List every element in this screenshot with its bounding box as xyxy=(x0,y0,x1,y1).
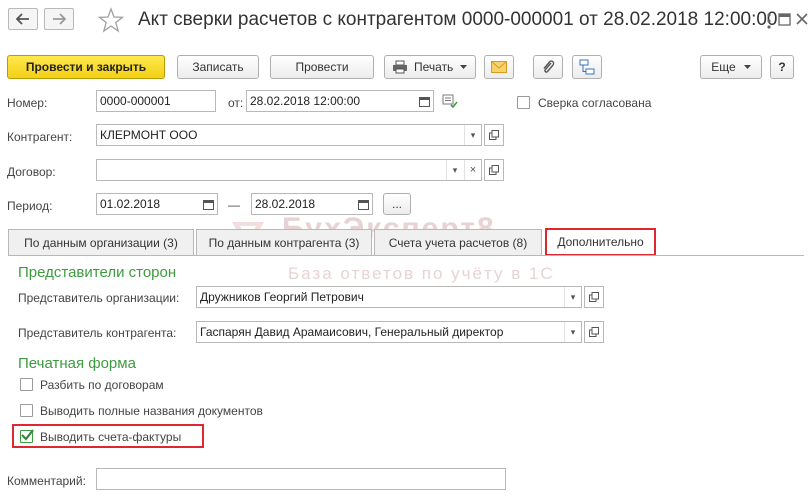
more-vertical-icon xyxy=(767,13,771,29)
help-button[interactable]: ? xyxy=(770,55,794,79)
tab-settlement-accounts[interactable]: Счета учета расчетов (8) xyxy=(374,229,542,255)
cp-representative-label: Представитель контрагента: xyxy=(18,326,177,340)
calendar-icon xyxy=(358,199,369,210)
counterparty-dropdown-button[interactable]: ▾ xyxy=(464,125,481,145)
full-names-checkbox[interactable] xyxy=(20,404,33,417)
representatives-section-title: Представители сторон xyxy=(18,264,177,281)
close-button[interactable] xyxy=(796,13,809,26)
cp-representative-field[interactable]: Гаспарян Давид Арамаисович, Генеральный … xyxy=(196,321,582,343)
calendar-button[interactable] xyxy=(416,91,433,111)
structure-button[interactable] xyxy=(572,55,602,79)
envelope-icon xyxy=(491,61,507,73)
dropdown-arrow-icon xyxy=(460,65,468,69)
calendar-icon xyxy=(203,199,214,210)
more-button-label: Еще xyxy=(711,60,736,74)
print-button-label: Печать xyxy=(414,60,454,74)
print-form-section-title: Печатная форма xyxy=(18,355,136,372)
write-button[interactable]: Записать xyxy=(177,55,259,79)
edit-history-icon xyxy=(442,94,458,109)
arrow-right-icon xyxy=(53,13,66,25)
period-label: Период: xyxy=(7,199,53,213)
contract-open-button[interactable] xyxy=(484,159,504,181)
contract-label: Договор: xyxy=(7,165,56,179)
paperclip-icon xyxy=(543,60,555,73)
counterparty-value: КЛЕРМОНТ ООО xyxy=(100,128,198,142)
period-from-field[interactable]: 01.02.2018 xyxy=(96,193,218,215)
post-and-close-button[interactable]: Провести и закрыть xyxy=(7,55,165,79)
tab-organization-data[interactable]: По данным организации (3) xyxy=(8,229,194,255)
hierarchy-icon xyxy=(579,59,595,75)
date-edit-icon[interactable] xyxy=(442,94,458,110)
cp-representative-open-button[interactable] xyxy=(584,321,604,343)
date-field[interactable]: 28.02.2018 12:00:00 xyxy=(246,90,434,112)
attachments-button[interactable] xyxy=(533,55,563,79)
org-representative-label: Представитель организации: xyxy=(18,291,180,305)
dropdown-arrow-icon xyxy=(743,65,751,69)
tab-counterparty-data[interactable]: По данным контрагента (3) xyxy=(196,229,372,255)
agreed-checkbox[interactable] xyxy=(517,96,530,109)
back-button[interactable] xyxy=(8,8,38,30)
open-window-icon xyxy=(489,130,499,140)
checkmark-icon xyxy=(21,429,34,441)
org-representative-open-button[interactable] xyxy=(584,286,604,308)
number-label: Номер: xyxy=(7,96,48,110)
calendar-icon xyxy=(419,96,430,107)
star-icon xyxy=(97,7,125,33)
printer-icon xyxy=(393,60,407,74)
open-window-icon xyxy=(589,292,599,302)
period-from-calendar-button[interactable] xyxy=(200,194,217,214)
period-to-field[interactable]: 28.02.2018 xyxy=(251,193,373,215)
tab-additional[interactable]: Дополнительно xyxy=(545,228,656,256)
post-button[interactable]: Провести xyxy=(270,55,374,79)
invoices-checkbox[interactable] xyxy=(20,429,34,443)
comment-field[interactable] xyxy=(96,468,506,490)
period-to-value: 28.02.2018 xyxy=(255,197,316,211)
contract-clear-button[interactable]: × xyxy=(464,160,481,180)
invoices-label: Выводить счета-фактуры xyxy=(40,430,182,444)
print-button[interactable]: Печать xyxy=(384,55,476,79)
contract-field[interactable]: ▾ × xyxy=(96,159,482,181)
comment-label: Комментарий: xyxy=(7,474,86,488)
window-title: Акт сверки расчетов с контрагентом 0000-… xyxy=(138,9,778,30)
window-menu-button[interactable] xyxy=(766,12,774,30)
more-button[interactable]: Еще xyxy=(700,55,762,79)
forward-button[interactable] xyxy=(44,8,74,30)
cp-representative-dropdown-button[interactable]: ▾ xyxy=(564,322,581,342)
contract-dropdown-button[interactable]: ▾ xyxy=(446,160,463,180)
agreed-label: Сверка согласована xyxy=(538,96,652,110)
period-dash: — xyxy=(228,198,240,212)
org-representative-field[interactable]: Дружников Георгий Петрович ▾ xyxy=(196,286,582,308)
send-email-button[interactable] xyxy=(484,55,514,79)
maximize-icon xyxy=(778,13,791,26)
counterparty-field[interactable]: КЛЕРМОНТ ООО ▾ xyxy=(96,124,482,146)
counterparty-open-button[interactable] xyxy=(484,124,504,146)
maximize-button[interactable] xyxy=(778,13,792,27)
open-window-icon xyxy=(589,327,599,337)
date-label: от: xyxy=(228,96,244,110)
org-representative-dropdown-button[interactable]: ▾ xyxy=(564,287,581,307)
cp-representative-value: Гаспарян Давид Арамаисович, Генеральный … xyxy=(200,325,504,339)
arrow-left-icon xyxy=(16,13,29,25)
date-value: 28.02.2018 12:00:00 xyxy=(250,94,361,108)
tab-panel-border xyxy=(8,255,804,256)
full-names-label: Выводить полные названия документов xyxy=(40,404,263,418)
number-field[interactable]: 0000-000001 xyxy=(96,90,216,112)
period-from-value: 01.02.2018 xyxy=(100,197,161,211)
counterparty-label: Контрагент: xyxy=(7,130,73,144)
org-representative-value: Дружников Георгий Петрович xyxy=(200,290,364,304)
close-icon xyxy=(796,13,808,25)
favorite-button[interactable] xyxy=(97,7,125,33)
split-contracts-checkbox[interactable] xyxy=(20,378,33,391)
watermark-tagline: База ответов по учёту в 1С xyxy=(288,264,555,283)
split-contracts-label: Разбить по договорам xyxy=(40,378,164,392)
open-window-icon xyxy=(489,165,499,175)
period-to-calendar-button[interactable] xyxy=(355,194,372,214)
period-select-button[interactable]: ... xyxy=(383,193,411,215)
